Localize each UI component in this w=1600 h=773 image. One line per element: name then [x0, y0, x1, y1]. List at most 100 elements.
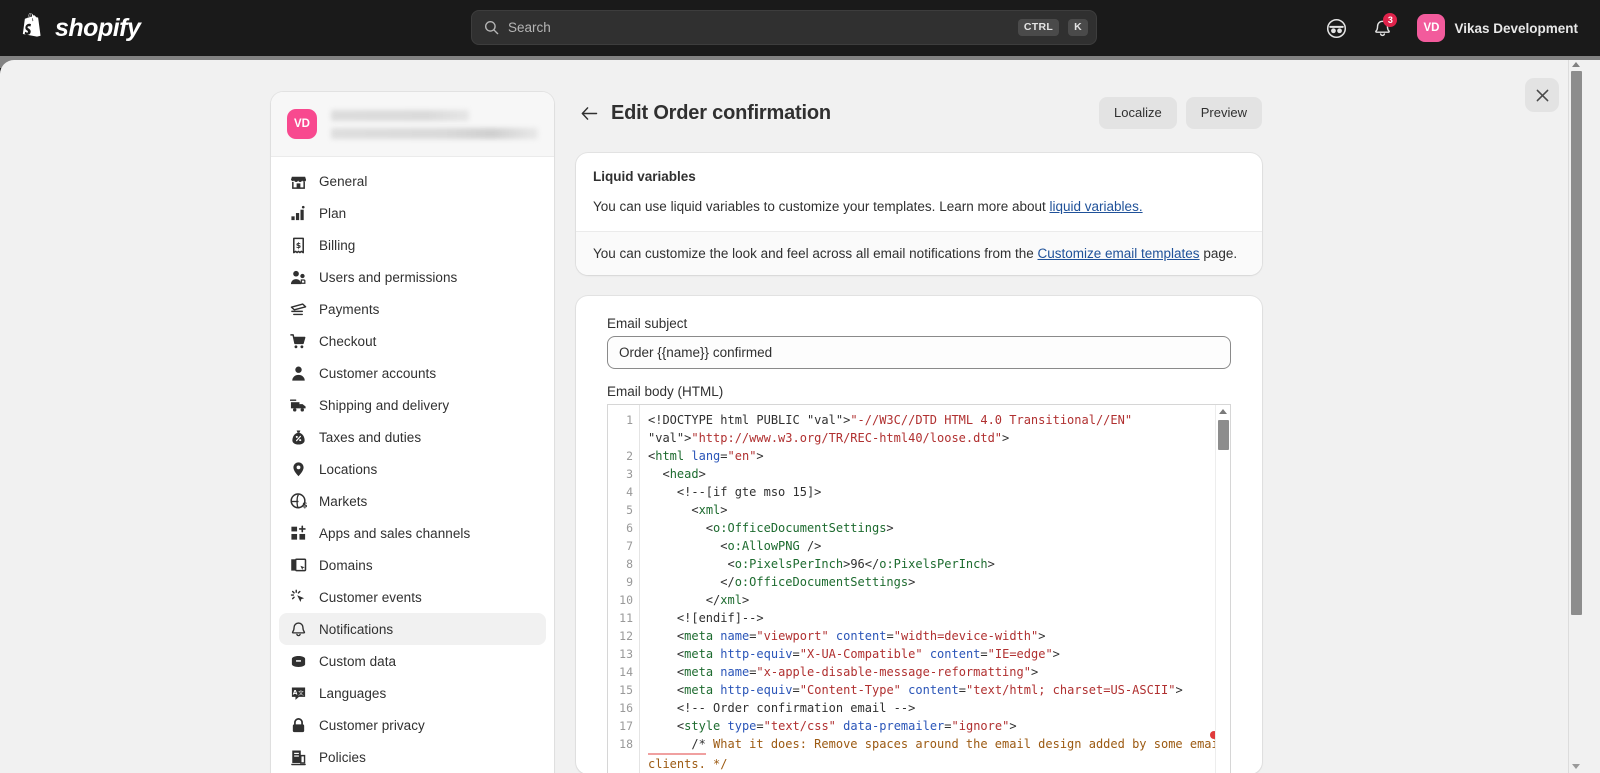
store-header[interactable]: VD: [271, 92, 554, 157]
code-editor-content[interactable]: <!DOCTYPE html PUBLIC "val">"-//W3C//DTD…: [640, 405, 1230, 773]
billing-receipt-icon: $: [289, 236, 307, 254]
globe-icon: $: [289, 492, 307, 510]
global-search[interactable]: Search CTRL K: [471, 10, 1097, 45]
code-editor-scrollbar[interactable]: [1215, 404, 1230, 773]
svg-text:$: $: [295, 240, 300, 249]
sidebar-item-markets[interactable]: $ Markets: [279, 485, 546, 517]
sidebar-item-checkout[interactable]: Checkout: [279, 325, 546, 357]
cart-icon: [289, 332, 307, 350]
plan-chart-icon: [289, 204, 307, 222]
svg-text:文: 文: [298, 688, 304, 696]
line-number: 5: [626, 502, 633, 517]
page-scrollbar-thumb[interactable]: [1571, 71, 1582, 615]
code-line: </o:OfficeDocumentSettings>: [648, 574, 916, 589]
code-line: </xml>: [648, 592, 750, 607]
store-email-redacted: [331, 127, 538, 139]
sidebar-item-plan[interactable]: Plan: [279, 197, 546, 229]
shopify-bag-icon: [20, 13, 46, 43]
shortcut-k: K: [1068, 19, 1088, 36]
sidebar-item-users-and-permissions[interactable]: Users and permissions: [279, 261, 546, 293]
sidebar-item-billing[interactable]: $ Billing: [279, 229, 546, 261]
sidebar-item-label: Users and permissions: [319, 269, 458, 285]
domains-icon: [289, 556, 307, 574]
line-number: 14: [619, 664, 633, 679]
store-identity-redacted: [331, 109, 538, 139]
scroll-down-arrow-icon[interactable]: [1572, 764, 1580, 769]
close-button[interactable]: [1525, 78, 1559, 112]
translate-icon: A文: [289, 684, 307, 702]
customize-templates-prefix: You can customize the look and feel acro…: [593, 245, 1038, 261]
customize-email-templates-link[interactable]: Customize email templates: [1038, 246, 1200, 261]
line-number: 7: [626, 538, 633, 553]
back-button[interactable]: [576, 100, 602, 126]
sidebar-item-label: Domains: [319, 557, 373, 573]
line-number: 10: [619, 592, 633, 607]
localize-button[interactable]: Localize: [1099, 97, 1177, 129]
sidebar-item-label: Languages: [319, 685, 387, 701]
code-line: <meta name="viewport" content="width=dev…: [648, 628, 1046, 643]
code-line: <style type="text/css" data-premailer="i…: [648, 718, 1017, 733]
page-vertical-scrollbar[interactable]: [1568, 60, 1583, 773]
notifications-button[interactable]: 3: [1367, 13, 1398, 43]
line-number: 15: [619, 682, 633, 697]
sidebar-item-customer-accounts[interactable]: Customer accounts: [279, 357, 546, 389]
code-line: <o:OfficeDocumentSettings>: [648, 520, 894, 535]
code-editor[interactable]: 1 2 3 4 5 6 7 8 9 10 11 12 13 14 15 16 17 18 <!DOCTYPE ht…: [607, 403, 1231, 773]
avatar: VD: [1417, 14, 1446, 42]
sidebar-item-label: Policies: [319, 749, 366, 765]
shortcut-ctrl: CTRL: [1017, 19, 1060, 36]
line-number: 13: [619, 646, 633, 661]
sidebar-item-customer-privacy[interactable]: Customer privacy: [279, 709, 546, 741]
liquid-variables-link[interactable]: liquid variables.: [1050, 199, 1143, 214]
arrow-left-icon: [581, 106, 598, 121]
sidebar-item-customer-events[interactable]: Customer events: [279, 581, 546, 613]
sidebar-item-label: Customer accounts: [319, 365, 437, 381]
scroll-up-arrow-icon[interactable]: [1219, 408, 1227, 414]
sidebar-item-policies[interactable]: Policies: [279, 741, 546, 773]
main-content: Edit Order confirmation Localize Preview…: [576, 92, 1262, 773]
line-number: 3: [626, 466, 633, 481]
sidebar-item-general[interactable]: General: [279, 165, 546, 197]
sidebar-item-payments[interactable]: Payments: [279, 293, 546, 325]
page-header-actions: Localize Preview: [1099, 97, 1262, 129]
close-icon: [1536, 89, 1549, 102]
store-avatar: VD: [287, 109, 317, 139]
user-menu[interactable]: VD Vikas Development: [1413, 10, 1586, 46]
sidebar-item-locations[interactable]: Locations: [279, 453, 546, 485]
line-number: 17: [619, 718, 633, 733]
code-line: <!-- Order confirmation email -->: [648, 700, 916, 715]
svg-text:$: $: [302, 500, 307, 509]
search-input-box[interactable]: Search CTRL K: [471, 10, 1097, 45]
database-icon: [289, 652, 307, 670]
scroll-up-arrow-icon[interactable]: [1572, 62, 1580, 67]
sidebar-item-apps-and-sales-channels[interactable]: Apps and sales channels: [279, 517, 546, 549]
liquid-variables-text: You can use liquid variables to customiz…: [593, 197, 1245, 217]
sidebar-item-shipping-and-delivery[interactable]: Shipping and delivery: [279, 389, 546, 421]
preview-button[interactable]: Preview: [1185, 97, 1262, 129]
sidebar-item-domains[interactable]: Domains: [279, 549, 546, 581]
sidebar-item-notifications[interactable]: Notifications: [279, 613, 546, 645]
liquid-variables-text-prefix: You can use liquid variables to customiz…: [593, 199, 1050, 214]
click-events-icon: [289, 588, 307, 606]
code-line: <!--[if gte mso 15]>: [648, 484, 822, 499]
shopify-brand[interactable]: shopify: [0, 13, 141, 43]
sidebar-item-languages[interactable]: A文 Languages: [279, 677, 546, 709]
code-line: <![endif]-->: [648, 610, 764, 625]
incognito-face-icon[interactable]: [1321, 13, 1351, 43]
email-editor-card: Email subject Email body (HTML) 12345678…: [576, 295, 1262, 773]
sidebar-item-label: Apps and sales channels: [319, 525, 471, 541]
code-editor-scrollbar-thumb[interactable]: [1218, 419, 1229, 450]
settings-sidebar: VD General Plan $ Billing Users and perm…: [271, 92, 554, 773]
customize-templates-footer: You can customize the look and feel acro…: [576, 230, 1262, 275]
sidebar-item-custom-data[interactable]: Custom data: [279, 645, 546, 677]
code-line: <o:PixelsPerInch>96</o:PixelsPerInch>: [648, 556, 995, 571]
shopify-wordmark: shopify: [55, 13, 141, 42]
code-line: <meta name="x-apple-disable-message-refo…: [648, 664, 1039, 679]
user-name: Vikas Development: [1454, 20, 1578, 36]
line-number: 8: [626, 556, 633, 571]
code-line: <xml>: [648, 502, 728, 517]
sidebar-item-taxes-and-duties[interactable]: Taxes and duties: [279, 421, 546, 453]
email-subject-input[interactable]: [607, 335, 1231, 369]
bell-icon: [289, 620, 307, 638]
sidebar-item-label: Billing: [319, 237, 356, 253]
